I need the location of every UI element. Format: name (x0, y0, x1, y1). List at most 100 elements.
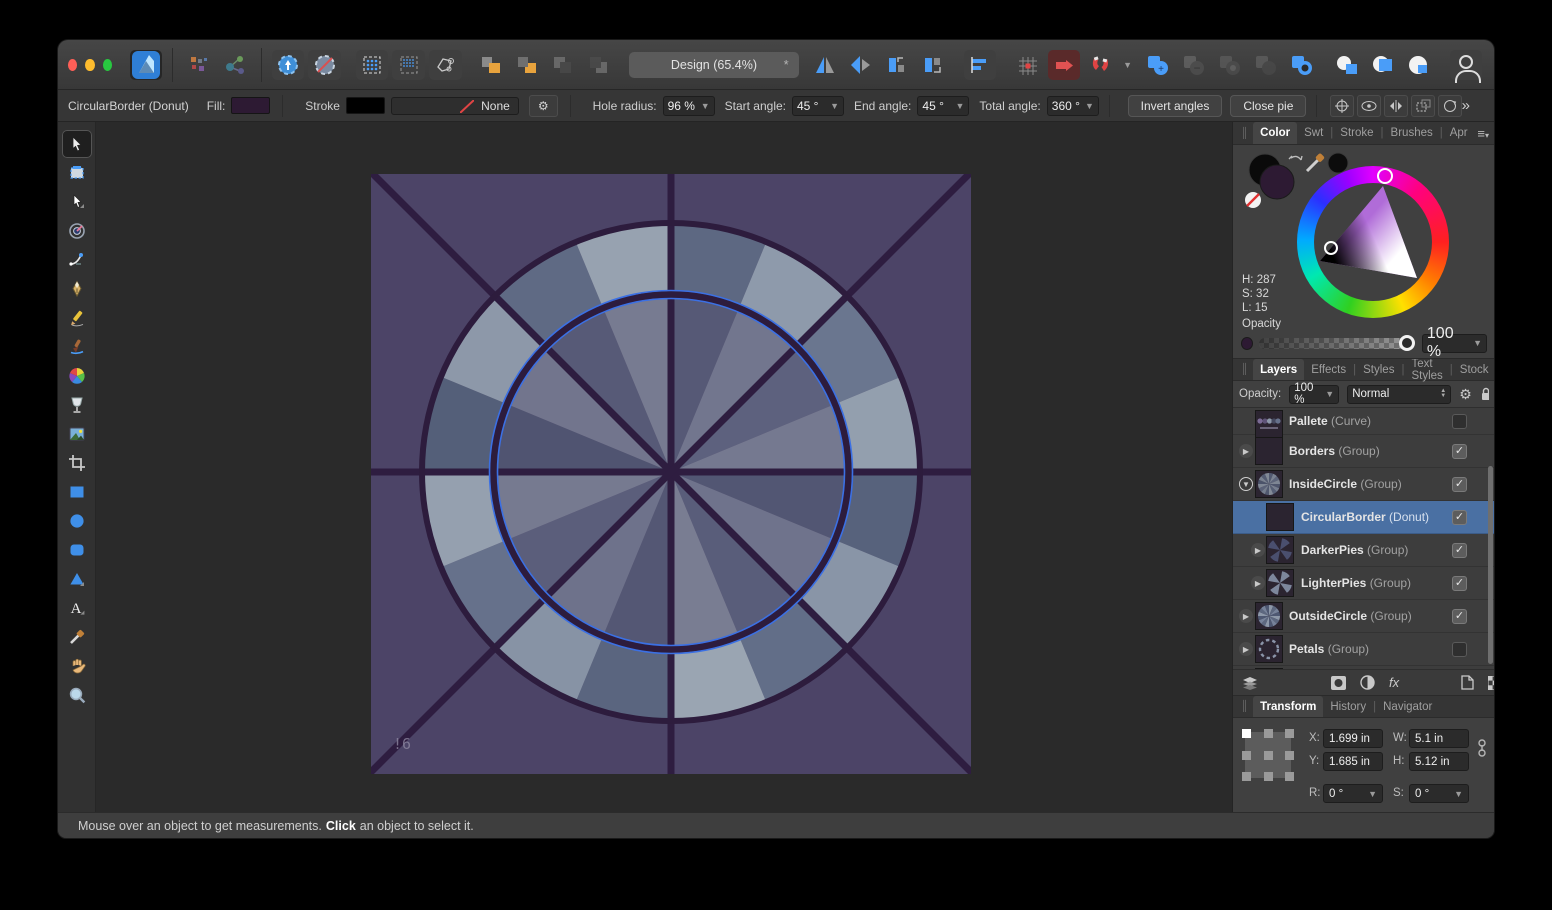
rounded-rectangle-tool[interactable] (62, 536, 92, 564)
opacity-slider[interactable] (1259, 338, 1408, 349)
hide-selection-eye-icon[interactable] (1357, 95, 1381, 117)
contour-tool[interactable] (62, 217, 92, 245)
tab-swatches[interactable]: Swt (1297, 124, 1330, 142)
layer-thumbnail[interactable] (1266, 503, 1294, 531)
minimize-window-button[interactable] (85, 59, 94, 71)
tab-stroke[interactable]: Stroke (1333, 124, 1380, 142)
layer-visibility-checkbox[interactable]: ✓ (1452, 510, 1467, 525)
fill-color-swatch[interactable] (231, 97, 270, 114)
pen-tool[interactable] (62, 275, 92, 303)
layer-name[interactable]: OutsideCircle (Group) (1289, 609, 1412, 623)
layer-name[interactable]: Borders (Group) (1289, 444, 1380, 458)
opacity-slider-knob[interactable] (1399, 335, 1415, 351)
tab-styles[interactable]: Styles (1356, 361, 1401, 379)
pixel-alignment-icon[interactable] (1048, 50, 1080, 80)
crop-tool[interactable] (62, 449, 92, 477)
layer-thumbnail[interactable] (1255, 437, 1283, 465)
new-pixel-layer-icon[interactable] (1488, 676, 1494, 690)
layer-visibility-checkbox[interactable]: ✓ (1452, 576, 1467, 591)
tab-brushes[interactable]: Brushes (1384, 124, 1440, 142)
layer-visibility-checkbox[interactable] (1452, 414, 1467, 429)
stroke-settings-gear-icon[interactable]: ⚙ (529, 95, 558, 117)
tab-text-styles[interactable]: Text Styles (1404, 358, 1449, 385)
layer-row-insidecircle[interactable]: ▼InsideCircle (Group)✓ (1233, 468, 1494, 501)
tab-appearance[interactable]: Apr (1443, 124, 1475, 142)
close-pie-button[interactable]: Close pie (1230, 95, 1306, 117)
pie-artwork[interactable]: !6 (371, 174, 971, 774)
pixels-icon[interactable] (183, 50, 215, 80)
snapping-dropdown-caret[interactable]: ▼ (1123, 60, 1132, 70)
layer-thumbnail[interactable] (1266, 569, 1294, 597)
end-angle-input[interactable]: 45 °▼ (917, 96, 969, 116)
transparency-tool[interactable] (62, 391, 92, 419)
rectangle-tool[interactable] (62, 478, 92, 506)
layer-row-pallete[interactable]: Pallete (Curve) (1233, 408, 1494, 435)
insert-inside-icon[interactable] (1403, 50, 1435, 80)
opacity-value-dropdown[interactable]: 100 %▼ (1422, 334, 1487, 353)
stroke-color-swatch[interactable] (346, 97, 385, 114)
move-tool[interactable] (62, 130, 92, 158)
boolean-divide-icon[interactable] (1250, 50, 1282, 80)
zoom-window-button[interactable] (103, 59, 112, 71)
color-picker-tool[interactable] (62, 623, 92, 651)
lock-icon[interactable] (1480, 387, 1489, 401)
cycle-selection-icon[interactable] (1438, 95, 1462, 117)
layers-stack-icon[interactable] (1241, 676, 1259, 690)
snapping-magnet-icon[interactable] (1084, 50, 1116, 80)
layer-thumbnail[interactable] (1255, 635, 1283, 663)
layer-expander-closed[interactable]: ▶ (1239, 444, 1253, 458)
rotation-dropdown[interactable]: 0 °▼ (1323, 784, 1383, 803)
layer-row-outsidecircle[interactable]: ▶OutsideCircle (Group)✓ (1233, 600, 1494, 633)
artboard[interactable]: !6 (371, 174, 971, 774)
marquee-dots-icon[interactable] (392, 50, 425, 80)
layers-scrollbar[interactable] (1488, 466, 1493, 664)
zoom-tool[interactable] (62, 681, 92, 709)
stroke-width-control[interactable]: None (391, 97, 519, 115)
duplicate-transform-icon[interactable] (1411, 95, 1435, 117)
layer-visibility-checkbox[interactable]: ✓ (1452, 444, 1467, 459)
mask-layer-icon[interactable] (1331, 676, 1346, 690)
layer-expander-closed[interactable]: ▶ (1251, 576, 1265, 590)
flip-vertical-icon[interactable] (845, 50, 877, 80)
close-window-button[interactable] (68, 59, 77, 71)
corner-tool[interactable] (62, 246, 92, 274)
tab-transform[interactable]: Transform (1253, 696, 1323, 717)
layer-name[interactable]: InsideCircle (Group) (1289, 477, 1402, 491)
move-forward-icon[interactable] (475, 50, 507, 80)
blend-mode-dropdown[interactable]: Normal ▲▼ (1347, 385, 1451, 404)
layer-effects-fx-icon[interactable]: fx (1389, 675, 1399, 690)
tab-stock[interactable]: Stock (1453, 361, 1494, 379)
place-image-tool[interactable] (62, 420, 92, 448)
boolean-subtract-icon[interactable]: − (1178, 50, 1210, 80)
new-layer-icon[interactable] (1461, 675, 1474, 690)
grid-settings-icon[interactable] (1012, 50, 1044, 80)
layer-thumbnail[interactable] (1255, 470, 1283, 498)
rotate-cw-icon[interactable] (917, 50, 949, 80)
layer-name[interactable]: CircularBorder (Donut) (1301, 510, 1429, 524)
tab-color[interactable]: Color (1253, 122, 1297, 144)
tab-effects[interactable]: Effects (1304, 361, 1353, 379)
alignment-icon[interactable] (964, 50, 996, 80)
layer-expander-closed[interactable]: ▶ (1251, 543, 1265, 557)
layer-row-borders[interactable]: ▶ Borders (Group) ✓ (1233, 435, 1494, 468)
layer-thumbnail[interactable] (1255, 410, 1283, 438)
layer-expander-open[interactable]: ▼ (1239, 477, 1253, 491)
layer-visibility-checkbox[interactable] (1452, 642, 1467, 657)
boolean-add-icon[interactable]: + (1142, 50, 1174, 80)
insert-on-top-icon[interactable] (1367, 50, 1399, 80)
color-wheel[interactable] (1297, 166, 1449, 318)
h-input[interactable]: 5.12 in (1409, 752, 1469, 771)
node-tool[interactable] (62, 188, 92, 216)
move-backward-icon[interactable] (511, 50, 543, 80)
canvas-area[interactable]: !6 (96, 122, 1232, 812)
tab-history[interactable]: History (1323, 698, 1373, 716)
hole-radius-input[interactable]: 96 %▼ (663, 96, 715, 116)
panel-grip[interactable]: ║ (1241, 364, 1249, 375)
fill-tool[interactable] (62, 362, 92, 390)
layer-thumbnail[interactable] (1255, 602, 1283, 630)
marquee-grid-icon[interactable] (356, 50, 389, 80)
panel-grip[interactable]: ║ (1241, 128, 1249, 139)
show-handles-icon[interactable] (1384, 95, 1408, 117)
tab-navigator[interactable]: Navigator (1376, 698, 1439, 716)
layer-row-lighterpies[interactable]: ▶LighterPies (Group)✓ (1233, 567, 1494, 600)
